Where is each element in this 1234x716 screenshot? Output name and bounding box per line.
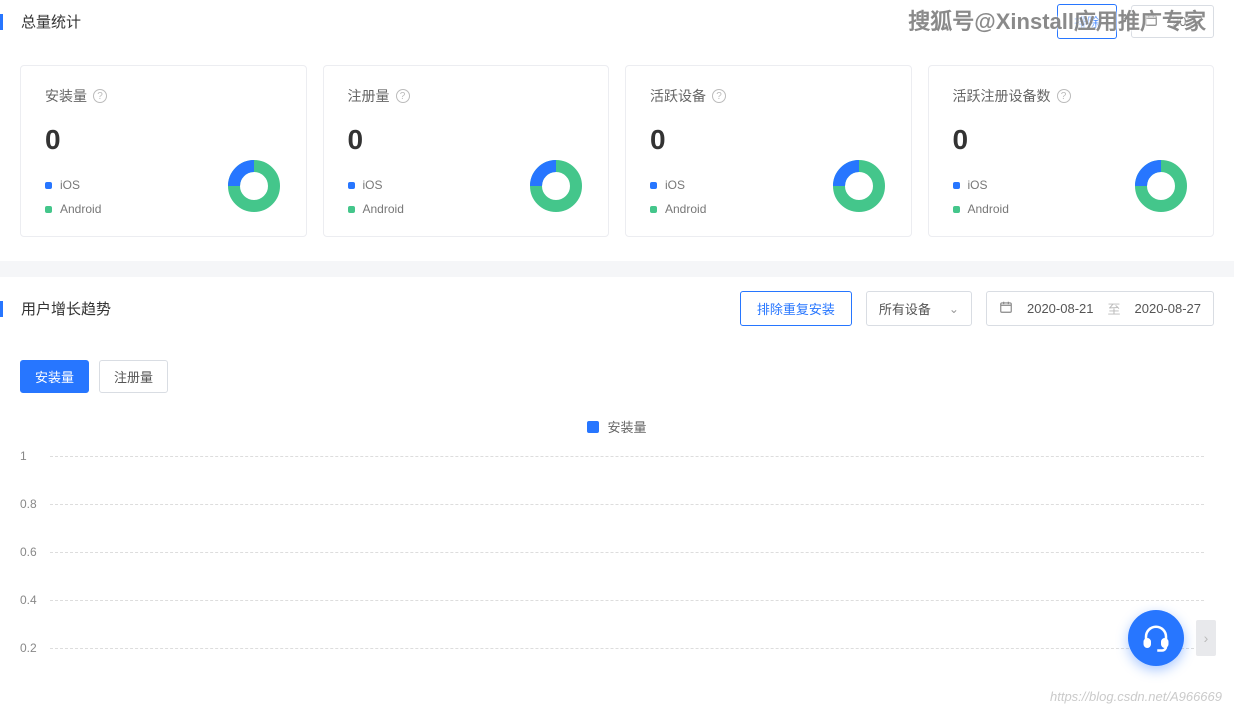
legend-android-label: Android [968,202,1009,216]
title-accent-bar [0,301,3,317]
grid-line [50,648,1204,649]
legend-ios-label: iOS [60,178,80,192]
card-value: 0 [953,124,1190,156]
legend-ios-label: iOS [363,178,383,192]
card-value: 0 [45,124,282,156]
totals-cards: 安装量 ? 0 iOS Android 注册量 ? 0 [0,49,1234,261]
grid-line [50,552,1204,553]
card-active-device: 活跃设备 ? 0 iOS Android [625,65,912,237]
legend-ios-label: iOS [665,178,685,192]
card-title-text: 安装量 [45,86,87,106]
next-button[interactable]: › [1196,620,1216,656]
grid-line [50,600,1204,601]
legend-android-label: Android [363,202,404,216]
legend-android-label: Android [665,202,706,216]
card-title-text: 注册量 [348,86,390,106]
calendar-icon [1144,13,1158,30]
y-tick-label: 0.4 [20,593,37,607]
card-register: 注册量 ? 0 iOS Android [323,65,610,237]
date-separator: 至 [1107,299,1120,318]
ios-dot-icon [348,182,355,189]
growth-header: 用户增长趋势 排除重复安装 所有设备 ⌄ 2020-08-21 至 2020-0… [0,277,1234,336]
chevron-down-icon: ⌄ [949,302,959,316]
help-icon[interactable]: ? [1057,89,1071,103]
card-title: 安装量 ? [45,86,282,106]
legend-dot-icon [587,421,599,433]
chart-area: 安装量 10.80.60.40.2 [0,403,1234,716]
card-install: 安装量 ? 0 iOS Android [20,65,307,237]
growth-title: 用户增长趋势 [0,298,111,319]
ios-dot-icon [650,182,657,189]
totals-header: 总量统计 排除 2020 [0,0,1234,49]
tab-register[interactable]: 注册量 [99,360,168,393]
device-select-value: 所有设备 [879,299,931,318]
title-accent-bar [0,14,3,30]
donut-chart [831,158,887,214]
y-tick-label: 1 [20,449,27,463]
chart-legend-label: 安装量 [607,417,646,436]
section-divider [0,261,1234,277]
help-icon[interactable]: ? [93,89,107,103]
chevron-right-icon: › [1204,630,1209,646]
card-value: 0 [650,124,887,156]
help-icon[interactable]: ? [712,89,726,103]
headset-icon [1141,623,1171,653]
date-to: 2020-08-27 [1135,301,1202,316]
tab-install[interactable]: 安装量 [20,360,89,393]
grid-line [50,504,1204,505]
ios-dot-icon [45,182,52,189]
y-tick-label: 0.8 [20,497,37,511]
card-title: 活跃设备 ? [650,86,887,106]
totals-exclude-button[interactable]: 排除 [1057,4,1117,39]
totals-title: 总量统计 [0,11,81,32]
card-title: 活跃注册设备数 ? [953,86,1190,106]
totals-date-from: 2020 [1172,14,1201,29]
donut-chart [1133,158,1189,214]
growth-title-text: 用户增长趋势 [21,298,111,319]
android-dot-icon [650,206,657,213]
support-fab[interactable] [1128,610,1184,666]
legend-android-label: Android [60,202,101,216]
legend-ios-label: iOS [968,178,988,192]
help-icon[interactable]: ? [396,89,410,103]
line-chart: 10.80.60.40.2 [50,456,1204,696]
device-select[interactable]: 所有设备 ⌄ [866,291,972,326]
grid-line [50,456,1204,457]
donut-chart [226,158,282,214]
card-active-registered-device: 活跃注册设备数 ? 0 iOS Android [928,65,1215,237]
date-from: 2020-08-21 [1027,301,1094,316]
donut-chart [528,158,584,214]
ios-dot-icon [953,182,960,189]
totals-date-range[interactable]: 2020 [1131,5,1214,38]
android-dot-icon [953,206,960,213]
growth-exclude-button[interactable]: 排除重复安装 [740,291,852,326]
card-title-text: 活跃注册设备数 [953,86,1051,106]
android-dot-icon [348,206,355,213]
growth-tabs: 安装量 注册量 [0,336,1234,403]
y-tick-label: 0.2 [20,641,37,655]
card-title: 注册量 ? [348,86,585,106]
card-value: 0 [348,124,585,156]
card-title-text: 活跃设备 [650,86,706,106]
totals-title-text: 总量统计 [21,11,81,32]
growth-date-range[interactable]: 2020-08-21 至 2020-08-27 [986,291,1214,326]
chart-legend: 安装量 [20,403,1214,456]
android-dot-icon [45,206,52,213]
calendar-icon [999,300,1013,317]
y-tick-label: 0.6 [20,545,37,559]
